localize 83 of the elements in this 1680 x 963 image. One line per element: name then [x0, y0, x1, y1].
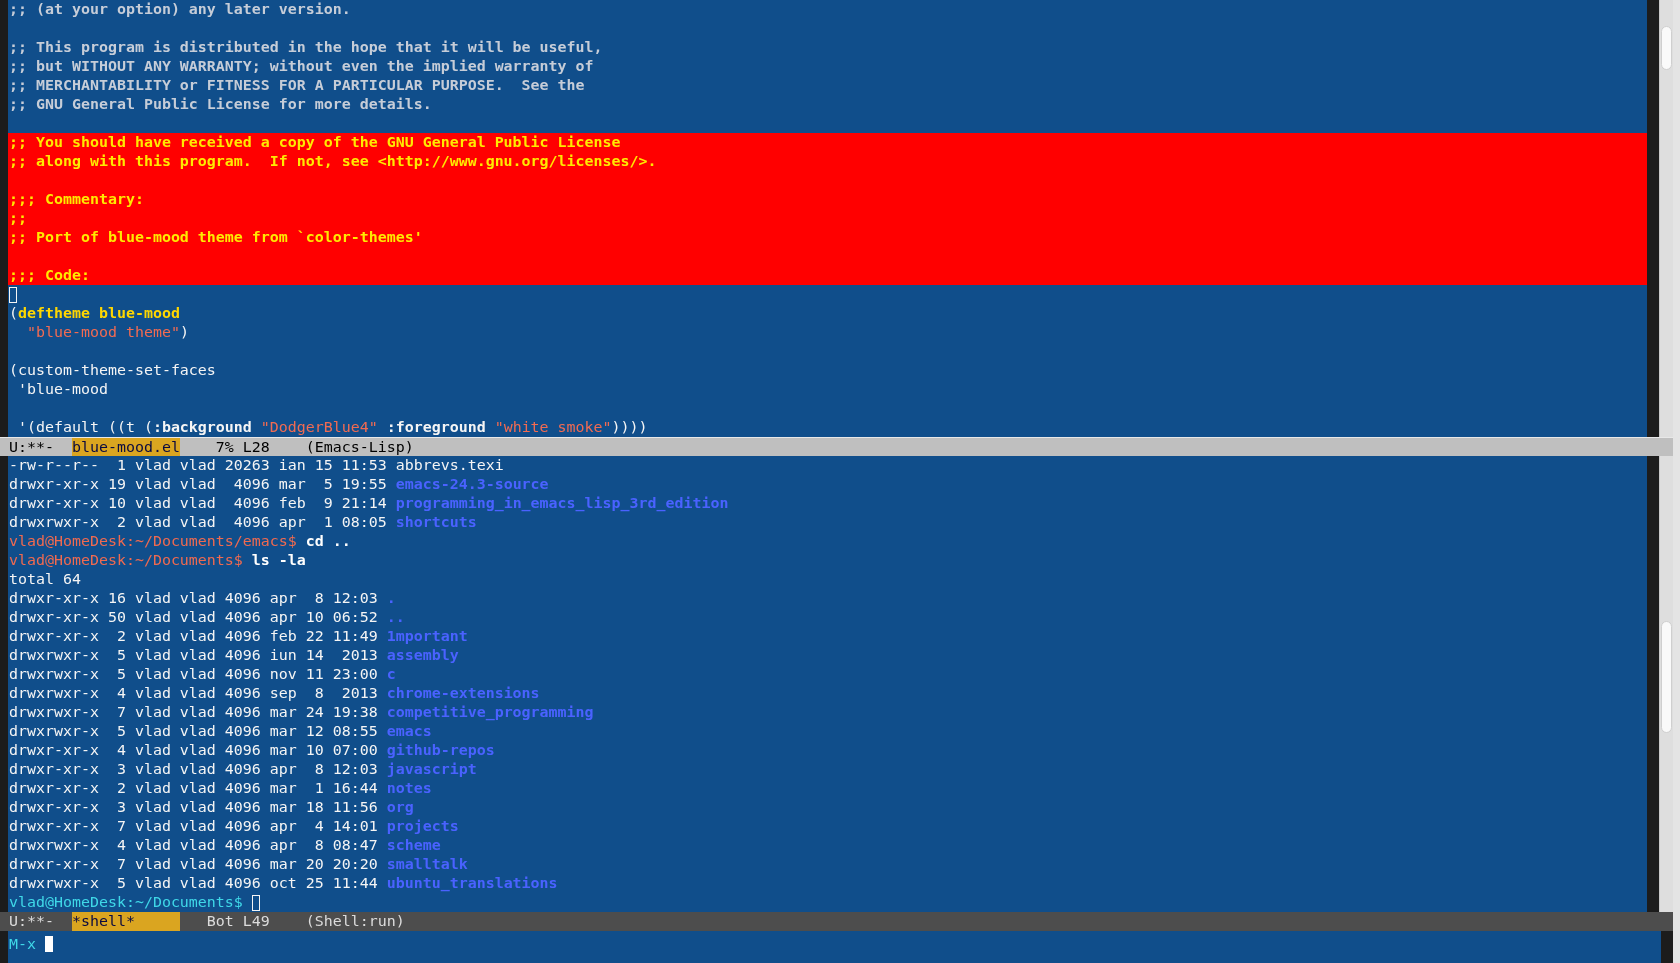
directory-name: github-repos [386, 741, 495, 760]
keyword: deftheme blue-mood [18, 304, 180, 323]
directory-name: shortcuts [395, 513, 477, 532]
directory-name: emacs [386, 722, 432, 741]
shell-prompt: vlad@HomeDesk:~/Documents/emacs$ [9, 532, 297, 551]
buffer-position: Bot L49 [206, 912, 270, 931]
file-listing: drwxr-xr-x 10 vlad vlad 4096 feb 9 21:14 [9, 494, 388, 513]
comment-text: ;; You should have received a copy of the GNU General Public License [9, 133, 621, 152]
minibuffer-prompt: M-x [9, 934, 36, 953]
comment-text: ;; along with this program. If not, see <http://www.gnu.org/licenses/>. [9, 152, 657, 171]
directory-name: scheme [386, 836, 441, 855]
comment-text: ;; Port of blue-mood theme from `color-themes' [9, 228, 423, 247]
directory-name: emacs-24.3-source [395, 475, 549, 494]
directory-name: ubuntu_translations [386, 874, 558, 893]
directory-name: chrome-extensions [386, 684, 540, 703]
comment-text: ;; GNU General Public License for more details. [9, 95, 432, 114]
directory-name: notes [386, 779, 432, 798]
code-text: ) [179, 323, 189, 342]
file-listing: -rw-r--r-- 1 vlad vlad 20263 ian 15 11:53 abbrevs.texi [9, 456, 504, 475]
file-listing: drwxr-xr-x 50 vlad vlad 4096 apr 10 06:52 [9, 608, 379, 627]
code-text: '(default ((t ( [17, 418, 153, 437]
comment-text: ;;; Commentary: [9, 190, 144, 209]
buffer-status: U:**- [9, 437, 54, 457]
shell-command: cd .. [304, 532, 351, 551]
file-listing: drwxrwxr-x 5 vlad vlad 4096 mar 12 08:55 [9, 722, 379, 741]
file-listing: drwxrwxr-x 2 vlad vlad 4096 apr 1 08:05 [9, 513, 388, 532]
directory-name: c [386, 665, 396, 684]
scrollbar-thumb[interactable] [1661, 621, 1672, 733]
scrollbar-thumb[interactable] [1661, 26, 1672, 70]
file-listing: drwxr-xr-x 7 vlad vlad 4096 apr 4 14:01 [9, 817, 379, 836]
directory-name: org [386, 798, 414, 817]
comment-text: ;; [9, 209, 27, 228]
file-listing: drwxrwxr-x 7 vlad vlad 4096 mar 24 19:38 [9, 703, 379, 722]
directory-name: javascript [386, 760, 477, 779]
scrollbar[interactable] [1659, 0, 1673, 437]
directory-name: 1mportant [386, 627, 468, 646]
file-listing: drwxrwxr-x 4 vlad vlad 4096 apr 8 08:47 [9, 836, 379, 855]
directory-name: projects [386, 817, 459, 836]
scrollbar[interactable] [1659, 456, 1673, 912]
file-listing: drwxr-xr-x 7 vlad vlad 4096 mar 20 20:20 [9, 855, 379, 874]
directory-name: .. [386, 608, 405, 627]
comment-text: ;; This program is distributed in the hope that it will be useful, [9, 38, 603, 57]
file-listing: drwxrwxr-x 5 vlad vlad 4096 nov 11 23:00 [9, 665, 379, 684]
directory-name: competitive_programming [386, 703, 594, 722]
string-literal: "white smoke" [493, 418, 612, 437]
file-listing: drwxrwxr-x 4 vlad vlad 4096 sep 8 2013 [9, 684, 379, 703]
shell-prompt: vlad@HomeDesk:~/Documents$ [9, 893, 243, 912]
window-fringe [1661, 931, 1673, 963]
shell-prompt: vlad@HomeDesk:~/Documents$ [9, 551, 243, 570]
buffer-name: blue-mood.el [71, 437, 180, 457]
directory-name: programming_in_emacs_lisp_3rd_edition [395, 494, 729, 513]
major-mode: (Shell:run) [305, 912, 405, 931]
file-listing: drwxrwxr-x 5 vlad vlad 4096 oct 25 11:44 [9, 874, 379, 893]
comment-text: ;; MERCHANTABILITY or FITNESS FOR A PARTICULAR PURPOSE. See the [9, 76, 585, 95]
directory-name: smalltalk [386, 855, 468, 874]
buffer-status: U:**- [9, 912, 54, 931]
directory-name: . [386, 589, 396, 608]
buffer-name: *shell* [71, 912, 180, 931]
file-listing: drwxr-xr-x 3 vlad vlad 4096 apr 8 12:03 [9, 760, 379, 779]
file-listing: drwxr-xr-x 16 vlad vlad 4096 apr 8 12:03 [9, 589, 379, 608]
keyword-symbol: :background [152, 418, 252, 437]
comment-text: ;; (at your option) any later version. [9, 0, 351, 19]
file-listing: drwxr-xr-x 4 vlad vlad 4096 mar 10 07:00 [9, 741, 379, 760]
buffer-position: 7% L28 [214, 437, 270, 457]
file-listing: total 64 [9, 570, 81, 589]
code-text: 'blue-mood [17, 380, 108, 399]
shell-command: ls -la [250, 551, 306, 570]
file-listing: drwxr-xr-x 2 vlad vlad 4096 mar 1 16:44 [9, 779, 379, 798]
keyword-symbol: :foreground [385, 418, 486, 437]
file-listing: drwxr-xr-x 3 vlad vlad 4096 mar 18 11:56 [9, 798, 379, 817]
directory-name: assembly [386, 646, 459, 665]
file-listing: drwxr-xr-x 19 vlad vlad 4096 mar 5 19:55 [9, 475, 388, 494]
string-literal: "DodgerBlue4" [259, 418, 378, 437]
comment-text: ;; but WITHOUT ANY WARRANTY; without even the implied warranty of [9, 57, 594, 76]
code-text: (custom-theme-set-faces [9, 361, 216, 380]
file-listing: drwxrwxr-x 5 vlad vlad 4096 iun 14 2013 [9, 646, 379, 665]
major-mode: (Emacs-Lisp) [305, 437, 414, 457]
comment-text: ;;; Code: [9, 266, 90, 285]
code-text: ( [9, 304, 18, 323]
code-text: )))) [611, 418, 648, 437]
string-literal: "blue-mood theme" [26, 323, 180, 342]
window-fringe [0, 931, 8, 963]
file-listing: drwxr-xr-x 2 vlad vlad 4096 feb 22 11:49 [9, 627, 379, 646]
